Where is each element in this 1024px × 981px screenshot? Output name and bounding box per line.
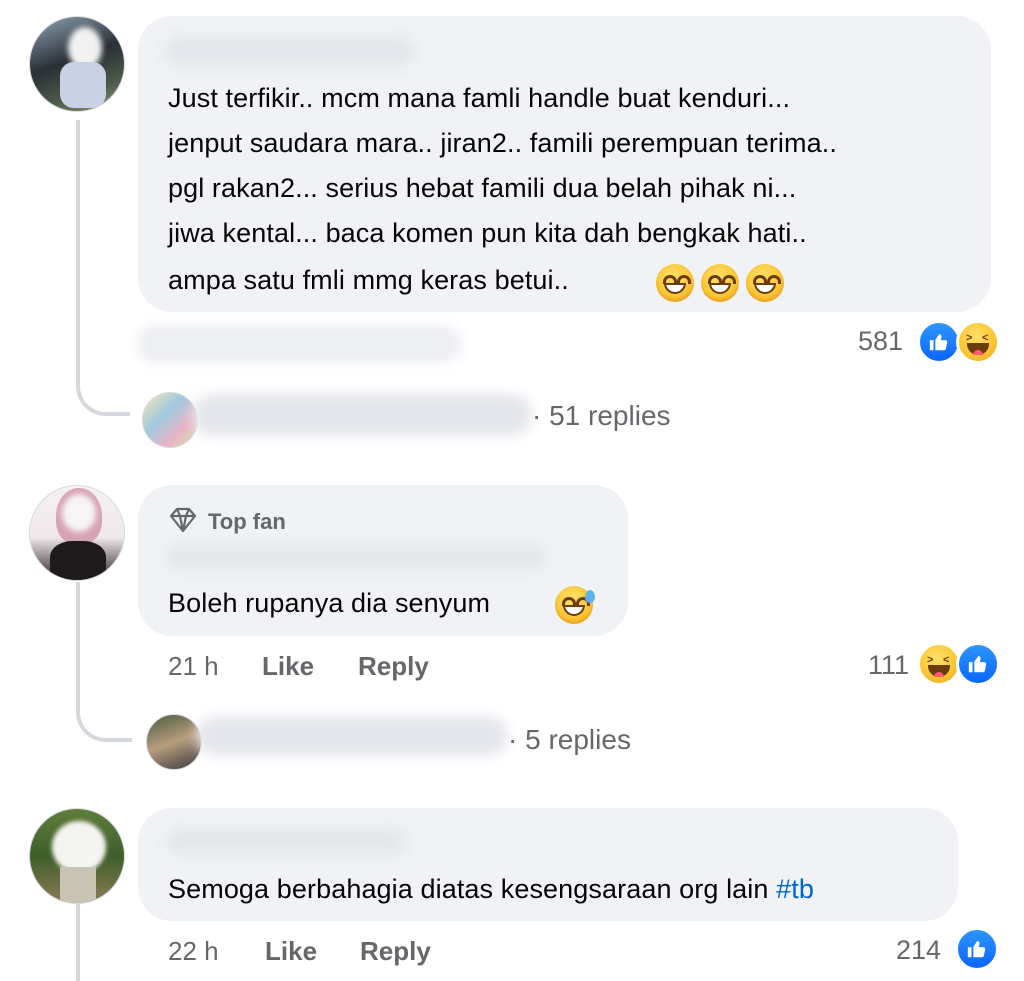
reaction-count[interactable]: 581 — [858, 326, 903, 357]
thread-connector — [76, 582, 132, 742]
blurred-commenter-name — [164, 36, 414, 66]
comment-text-line: pgl rakan2... serius hebat famili dua be… — [168, 173, 797, 203]
like-reaction-icon — [956, 642, 1000, 686]
comment-text: Boleh rupanya dia senyum — [168, 588, 491, 618]
blurred-commenter-name — [166, 828, 406, 854]
comment-text-line: ampa satu fmli mmg keras betui.. — [168, 265, 569, 295]
reply-avatar[interactable] — [142, 392, 198, 448]
haha-reaction-icon: > < — [917, 642, 961, 686]
blurred-reply-name — [196, 716, 508, 756]
like-reaction-icon — [955, 927, 999, 971]
grinning-face-icon — [746, 264, 784, 302]
diamond-icon — [168, 507, 198, 538]
reaction-count[interactable]: 214 — [896, 935, 941, 966]
blurred-commenter-name — [166, 545, 546, 569]
commenter-avatar[interactable] — [29, 485, 125, 581]
haha-reaction-icon: > < — [956, 320, 1000, 364]
comment-bubble[interactable]: Top fan Boleh rupanya dia senyum — [138, 485, 628, 636]
reply-button[interactable]: Reply — [360, 936, 431, 967]
comment-text-line: jenput saudara mara.. jiran2.. famili pe… — [168, 128, 837, 158]
thread-connector — [76, 120, 130, 416]
view-replies-link[interactable]: · 5 replies — [508, 724, 631, 756]
comment-text-line: Just terfikir.. mcm mana famli handle bu… — [168, 83, 791, 113]
view-replies-link[interactable]: · 51 replies — [532, 400, 671, 432]
reply-avatar[interactable] — [146, 714, 202, 770]
comment-timestamp[interactable]: 21 h — [168, 651, 219, 682]
like-button[interactable]: Like — [262, 651, 314, 682]
comment-timestamp[interactable]: 22 h — [168, 936, 219, 967]
commenter-avatar[interactable] — [29, 16, 125, 112]
thread-connector — [76, 903, 84, 981]
grinning-face-icon — [701, 264, 739, 302]
blurred-action-row — [136, 326, 462, 362]
reaction-count[interactable]: 111 — [868, 650, 909, 681]
comment-text-line: jiwa kental... baca komen pun kita dah b… — [168, 218, 807, 248]
like-reaction-icon — [917, 320, 961, 364]
comment-bubble[interactable]: Semoga berbahagia diatas kesengsaraan or… — [138, 808, 958, 921]
top-fan-badge: Top fan — [208, 509, 286, 534]
commenter-avatar[interactable] — [29, 808, 125, 904]
comment-body: Semoga berbahagia diatas kesengsaraan or… — [168, 874, 769, 904]
comment-bubble[interactable]: Just terfikir.. mcm mana famli handle bu… — [138, 16, 991, 312]
grinning-sweat-face-icon — [555, 586, 595, 624]
blurred-reply-name — [192, 394, 532, 436]
hashtag-link[interactable]: #tb — [776, 874, 814, 904]
reply-button[interactable]: Reply — [358, 651, 429, 682]
like-button[interactable]: Like — [265, 936, 317, 967]
comment-text: Semoga berbahagia diatas kesengsaraan or… — [168, 867, 814, 912]
grinning-face-icon — [656, 264, 694, 302]
